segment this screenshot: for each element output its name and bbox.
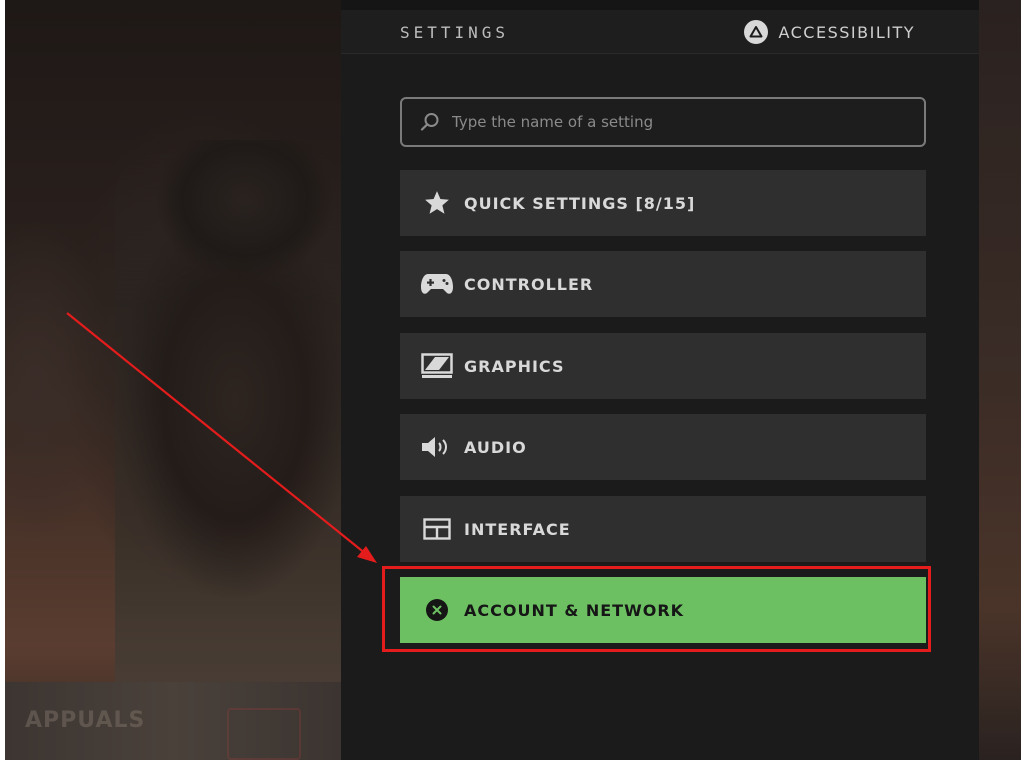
x-circle-icon [420,595,454,625]
menu-item-controller[interactable]: CONTROLLER [400,251,926,317]
star-icon [420,188,454,218]
panel-header: SETTINGS ACCESSIBILITY [341,10,979,54]
interface-icon [420,514,454,544]
soldier-figure [115,140,345,700]
panel-top-bar [341,0,979,10]
watermark-logo [227,708,301,760]
search-icon [420,112,440,132]
speaker-icon [420,432,454,462]
background-scene: APPUALS [5,0,345,760]
menu-item-label: INTERFACE [464,519,571,539]
menu-item-graphics[interactable]: GRAPHICS [400,333,926,399]
game-screen: APPUALS SETTINGS ACCESSIBILITY QUICK [5,0,1021,760]
menu-item-quick-settings[interactable]: QUICK SETTINGS [8/15] [400,170,926,236]
menu-item-label: QUICK SETTINGS [8/15] [464,193,696,213]
menu-item-label: AUDIO [464,437,527,457]
monitor-icon [420,351,454,381]
menu-item-label: ACCOUNT & NETWORK [464,600,685,620]
settings-panel: SETTINGS ACCESSIBILITY QUICK SETTINGS [8… [341,0,979,760]
accessibility-label: ACCESSIBILITY [778,22,915,42]
triangle-icon [744,20,769,44]
menu-item-label: GRAPHICS [464,356,565,376]
menu-item-interface[interactable]: INTERFACE [400,496,926,562]
menu-item-label: CONTROLLER [464,274,594,294]
watermark-text: APPUALS [25,708,146,733]
page-title: SETTINGS [400,23,510,42]
accessibility-button[interactable]: ACCESSIBILITY [744,20,915,44]
menu-item-account-network[interactable]: ACCOUNT & NETWORK [400,577,926,643]
menu-item-audio[interactable]: AUDIO [400,414,926,480]
gamepad-icon [420,269,454,299]
search-box[interactable] [400,97,926,147]
search-input[interactable] [450,112,924,132]
background-right [979,0,1021,760]
